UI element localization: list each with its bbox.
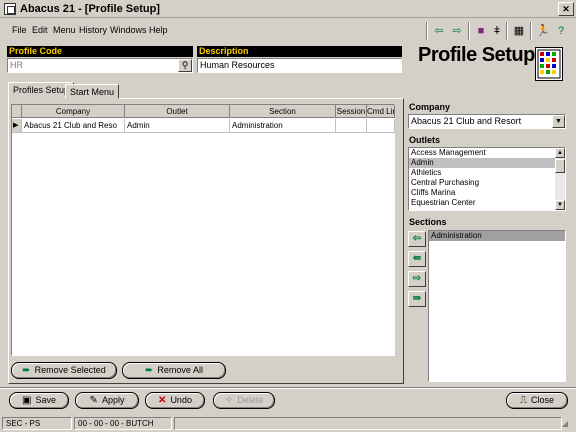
save-button[interactable]: ▣ Save [9, 392, 69, 409]
add-all-button[interactable]: ⇚ [408, 251, 426, 267]
menu-file[interactable]: File [12, 25, 27, 35]
app-icon[interactable] [4, 3, 16, 15]
delete-label: Delete [237, 395, 264, 405]
toolbar-separator [530, 22, 532, 40]
help-icon[interactable]: ? [552, 22, 570, 40]
column-header-cmd-line[interactable]: Cmd Line [367, 105, 395, 118]
outlets-list[interactable]: Access Management Admin Athletics Centra… [408, 147, 566, 211]
column-header-section[interactable]: Section [230, 105, 336, 118]
menu-menu[interactable]: Menu [53, 25, 76, 35]
description-label: Description [197, 46, 402, 57]
chevron-down-icon[interactable]: ▼ [552, 115, 565, 128]
menu-edit[interactable]: Edit [32, 25, 48, 35]
sections-label: Sections [409, 217, 447, 227]
grid-cell-outlet[interactable]: Admin [125, 119, 230, 133]
scroll-down-icon[interactable]: ▼ [555, 200, 565, 210]
remove-section-button[interactable]: ⇨ [408, 271, 426, 287]
list-item[interactable]: Access Management [409, 148, 565, 158]
grid-cell-cmd-line[interactable] [367, 119, 395, 133]
list-item-selected[interactable]: Administration [429, 231, 565, 241]
delete-icon: ✧ [224, 395, 234, 406]
list-item-selected[interactable]: Admin [409, 158, 565, 168]
toolbar-separator [426, 22, 428, 40]
add-selected-button[interactable]: ⇦ [408, 231, 426, 247]
menu-history[interactable]: History [79, 25, 107, 35]
menu-windows[interactable]: Windows [110, 25, 147, 35]
column-header-session[interactable]: Session [336, 105, 367, 118]
column-header-outlet[interactable]: Outlet [125, 105, 230, 118]
company-select[interactable]: Abacus 21 Club and Resort ▼ [408, 114, 566, 129]
double-arrow-right-icon: ⇛ [412, 293, 422, 304]
arrow-right-icon: ➨ [22, 365, 31, 376]
logo-icon [535, 47, 563, 81]
door-icon: ⎍ [519, 395, 527, 406]
close-window-icon[interactable]: ✕ [558, 2, 574, 16]
search-icon[interactable]: ⚲ [178, 59, 192, 72]
close-button[interactable]: ⎍ Close [506, 392, 568, 409]
page-title: Profile Setup [418, 44, 535, 66]
status-panel-right [174, 417, 562, 430]
running-man-icon[interactable]: 🏃 [534, 22, 552, 40]
save-icon: ▣ [22, 395, 32, 406]
description-field[interactable]: Human Resources [197, 58, 402, 73]
delete-button[interactable]: ✧ Delete [213, 392, 275, 409]
list-item[interactable]: Athletics [409, 168, 565, 178]
arrow-right-icon: ➨ [145, 365, 154, 376]
undo-x-icon: ✕ [158, 395, 167, 406]
menu-help[interactable]: Help [149, 25, 168, 35]
undo-label: Undo [170, 395, 192, 405]
arrow-left-icon[interactable]: ⇦ [430, 22, 448, 40]
tab-start-menu[interactable]: Start Menu [65, 84, 120, 99]
list-item[interactable]: Cliffs Marina [409, 188, 565, 198]
profile-grid[interactable]: Company Outlet Section Session Cmd Line … [11, 104, 395, 356]
resize-grip-icon[interactable]: ◢ [562, 419, 574, 431]
arrow-right-icon: ⇨ [412, 273, 422, 284]
remove-all-label: Remove All [157, 365, 203, 375]
scroll-thumb[interactable] [555, 159, 565, 173]
title-bar: Abacus 21 - [Profile Setup] ✕ [0, 0, 576, 18]
sections-list[interactable]: Administration [428, 230, 566, 382]
list-item[interactable]: Central Purchasing [409, 178, 565, 188]
undo-button[interactable]: ✕ Undo [145, 392, 205, 409]
apply-label: Apply [101, 395, 125, 405]
close-label: Close [530, 395, 554, 405]
outlets-label: Outlets [409, 135, 441, 145]
profile-code-field[interactable]: HR [7, 58, 193, 73]
calculator-icon[interactable]: ▦ [510, 22, 528, 40]
toolbar-separator [506, 22, 508, 40]
status-panel-left: SEC - PS [2, 417, 72, 430]
grid-cell-company[interactable]: Abacus 21 Club and Reso [22, 119, 125, 133]
arrow-right-icon[interactable]: ⇨ [448, 22, 466, 40]
profile-code-label: Profile Code [7, 46, 193, 57]
list-item[interactable]: Equestrian Center [409, 198, 565, 208]
separator [0, 387, 576, 389]
outlets-scrollbar[interactable]: ▲ ▼ [555, 148, 565, 210]
row-header-corner [12, 105, 22, 118]
remove-all-button[interactable]: ➨ Remove All [122, 362, 226, 379]
toolbar-separator [468, 22, 470, 40]
remove-selected-button[interactable]: ➨ Remove Selected [11, 362, 117, 379]
apply-icon: ✎ [89, 395, 98, 406]
scroll-up-icon[interactable]: ▲ [555, 148, 565, 158]
grid-cell-section[interactable]: Administration [230, 119, 336, 133]
company-value: Abacus 21 Club and Resort [411, 116, 522, 126]
status-panel-middle: 00 - 00 - 00 - BUTCH [74, 417, 172, 430]
double-arrow-left-icon: ⇚ [412, 253, 422, 264]
company-label: Company [409, 102, 451, 112]
remove-selected-label: Remove Selected [34, 365, 106, 375]
row-pointer-icon[interactable]: ▶ [12, 119, 22, 133]
remove-all-sections-button[interactable]: ⇛ [408, 291, 426, 307]
apply-button[interactable]: ✎ Apply [75, 392, 139, 409]
save-label: Save [35, 395, 56, 405]
grid-cell-session[interactable] [336, 119, 367, 133]
column-header-company[interactable]: Company [22, 105, 125, 118]
bell-icon[interactable]: ǂ [488, 22, 506, 40]
arrow-left-icon: ⇦ [412, 233, 422, 244]
window-title: Abacus 21 - [Profile Setup] [20, 3, 160, 15]
